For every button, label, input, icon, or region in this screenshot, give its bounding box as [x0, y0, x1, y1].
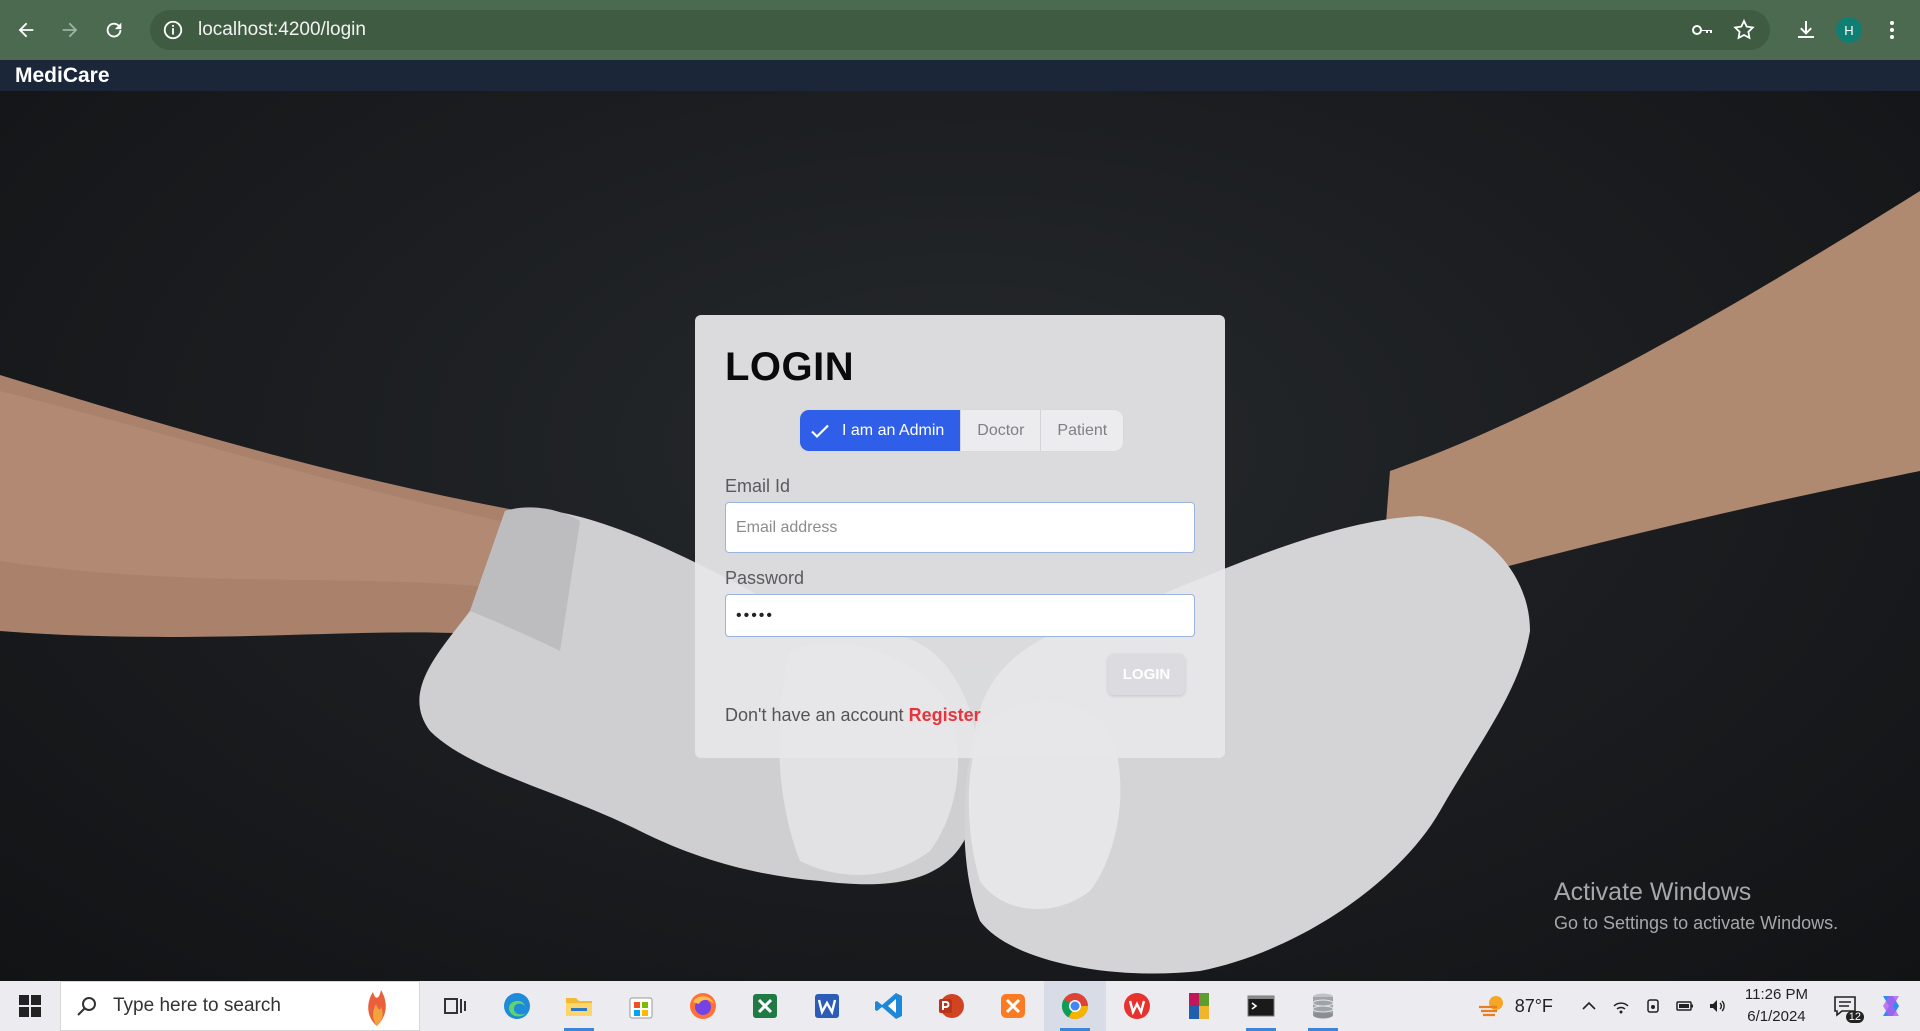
- weather-hot-icon: [1478, 996, 1503, 1017]
- firefox-icon: [690, 993, 716, 1019]
- taskbar-firefox[interactable]: [672, 981, 734, 1031]
- windows-logo-icon: [19, 995, 41, 1017]
- store-icon: [629, 997, 653, 1019]
- taskbar-search[interactable]: Type here to search: [60, 981, 420, 1031]
- file-explorer-icon: [566, 998, 592, 1016]
- taskbar-wps[interactable]: [1106, 981, 1168, 1031]
- register-link[interactable]: Register: [909, 705, 981, 725]
- start-button[interactable]: [0, 981, 60, 1031]
- login-card: LOGIN I am an Admin Doctor Patient Email…: [695, 315, 1225, 758]
- menu-kebab-icon[interactable]: [1880, 18, 1904, 42]
- network-icon[interactable]: [1611, 996, 1631, 1016]
- password-label: Password: [725, 568, 805, 588]
- taskbar-powerpoint[interactable]: [920, 981, 982, 1031]
- address-bar[interactable]: localhost:4200/login: [150, 10, 1770, 50]
- chevron-up-icon[interactable]: [1579, 996, 1599, 1016]
- login-button[interactable]: LOGIN: [1108, 654, 1185, 695]
- role-admin-label: I am an Admin: [842, 421, 945, 439]
- role-doctor-button[interactable]: Doctor: [961, 410, 1042, 451]
- copilot-icon: [1883, 996, 1899, 1016]
- password-field[interactable]: •••••: [725, 594, 1195, 637]
- role-doctor-label: Doctor: [977, 421, 1025, 439]
- activate-windows-watermark: Activate Windows Go to Settings to activ…: [1554, 878, 1838, 934]
- terminal-icon: [1247, 995, 1275, 1017]
- reload-icon: [106, 22, 122, 38]
- search-placeholder: Type here to search: [113, 995, 281, 1016]
- email-label: Email Id: [725, 476, 791, 496]
- register-prompt: Don't have an account: [725, 705, 904, 725]
- taskbar-file-explorer[interactable]: [548, 981, 610, 1031]
- back-icon: [18, 22, 34, 38]
- powerpoint-icon: [939, 994, 964, 1018]
- taskbar-xampp[interactable]: [982, 981, 1044, 1031]
- download-icon[interactable]: [1794, 18, 1818, 42]
- back-button[interactable]: [8, 12, 44, 48]
- site-info-icon[interactable]: [162, 19, 184, 41]
- role-patient-button[interactable]: Patient: [1041, 410, 1123, 451]
- notification-center-button[interactable]: 12: [1828, 989, 1864, 1023]
- weather-widget[interactable]: 87°F: [1477, 993, 1553, 1019]
- edge-icon: [504, 993, 530, 1019]
- battery-icon[interactable]: [1675, 996, 1695, 1016]
- taskbar-database[interactable]: [1292, 981, 1354, 1031]
- copilot-button[interactable]: [1874, 989, 1908, 1023]
- register-prompt-line: Don't have an account Register: [725, 705, 981, 726]
- vscode-icon: [875, 993, 902, 1019]
- database-icon: [1312, 993, 1334, 1019]
- url-text: localhost:4200/login: [198, 19, 366, 40]
- check-icon: [811, 424, 829, 438]
- taskbar-edge[interactable]: [486, 981, 548, 1031]
- task-view-icon: [444, 998, 466, 1014]
- taskbar-store[interactable]: [610, 981, 672, 1031]
- chrome-icon: [1061, 993, 1089, 1020]
- app-navbar: MediCare: [0, 60, 1920, 91]
- taskbar-chrome[interactable]: [1044, 981, 1106, 1031]
- bookmark-star-icon[interactable]: [1732, 18, 1756, 42]
- excel-icon: [753, 994, 777, 1018]
- clock-time: 11:26 PM: [1744, 986, 1808, 1003]
- taskbar-word[interactable]: [796, 981, 858, 1031]
- email-field[interactable]: Email address: [725, 502, 1195, 553]
- device-icon[interactable]: [1643, 996, 1663, 1016]
- browser-toolbar: localhost:4200/login H: [0, 0, 1920, 60]
- forward-icon: [62, 22, 78, 38]
- system-tray: 87°F 11:26 PM 6/1/2024 12: [1477, 981, 1920, 1031]
- notification-badge: 12: [1845, 1011, 1864, 1023]
- wps-icon: [1124, 993, 1150, 1019]
- role-selector: I am an Admin Doctor Patient: [800, 410, 1124, 451]
- password-value: •••••: [736, 606, 775, 624]
- taskbar-terminal[interactable]: [1230, 981, 1292, 1031]
- taskbar-task-view[interactable]: [424, 981, 486, 1031]
- email-placeholder: Email address: [736, 518, 838, 536]
- volume-icon[interactable]: [1707, 996, 1727, 1016]
- windows-taskbar: Type here to search 87°F 11:26 PM 6/1/20…: [0, 981, 1920, 1031]
- login-title: LOGIN: [725, 345, 855, 389]
- brand-logo[interactable]: MediCare: [15, 64, 110, 88]
- taskbar-vscode[interactable]: [858, 981, 920, 1031]
- watermark-subtitle: Go to Settings to activate Windows.: [1554, 913, 1839, 933]
- search-highlight-icon: [368, 990, 386, 1026]
- role-admin-button[interactable]: I am an Admin: [800, 410, 962, 451]
- search-icon: [77, 997, 96, 1016]
- clock-date: 6/1/2024: [1747, 1008, 1806, 1025]
- taskbar-winrar[interactable]: [1168, 981, 1230, 1031]
- forward-button[interactable]: [52, 12, 88, 48]
- weather-temp: 87°F: [1514, 995, 1553, 1016]
- xampp-icon: [1001, 994, 1025, 1018]
- profile-avatar[interactable]: H: [1836, 17, 1862, 43]
- word-icon: [815, 994, 839, 1018]
- watermark-title: Activate Windows: [1554, 878, 1752, 906]
- reload-button[interactable]: [96, 12, 132, 48]
- clock[interactable]: 11:26 PM 6/1/2024: [1745, 984, 1808, 1028]
- winrar-icon: [1189, 993, 1209, 1019]
- role-patient-label: Patient: [1057, 421, 1108, 439]
- taskbar-excel[interactable]: [734, 981, 796, 1031]
- password-key-icon[interactable]: [1690, 18, 1714, 42]
